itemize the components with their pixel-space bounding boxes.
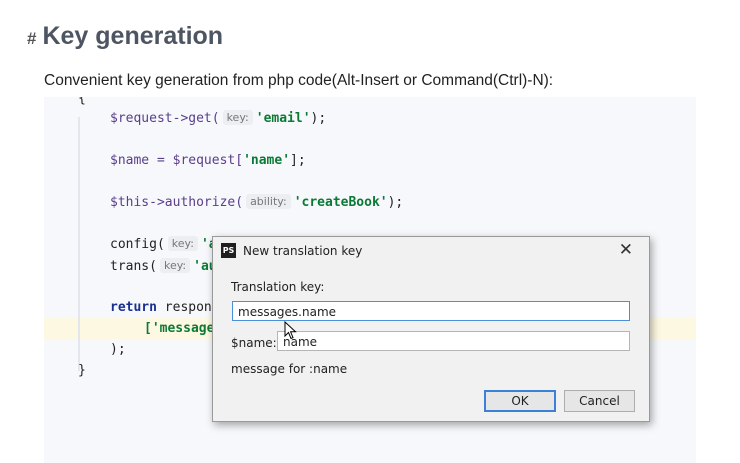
code-string: 'email' — [255, 111, 311, 126]
page-title: Key generation — [42, 22, 224, 50]
code-token: $request->get( — [110, 111, 220, 126]
param-hint: key: — [167, 236, 198, 251]
mouse-cursor-icon — [284, 321, 297, 340]
code-keyword: return — [110, 300, 157, 315]
code-line-close-brace: } — [78, 363, 86, 378]
code-token: $name = $request[ — [110, 153, 244, 168]
code-token: config( — [110, 237, 165, 252]
param-hint: ability: — [246, 194, 291, 209]
dialog-titlebar[interactable]: PS New translation key ✕ — [213, 237, 649, 265]
code-string: 'createBook' — [293, 195, 388, 210]
code-token: ); — [387, 195, 404, 210]
code-token: ); — [310, 111, 327, 126]
phpstorm-logo-icon: PS — [221, 243, 236, 258]
section-heading: # Key generation — [27, 22, 223, 51]
cancel-button[interactable]: Cancel — [564, 390, 635, 412]
translation-key-input[interactable]: messages.name — [232, 301, 630, 321]
dialog-title: New translation key — [243, 244, 363, 258]
code-line-message: ['message — [144, 319, 214, 339]
code-token: $this->authorize( — [110, 195, 244, 210]
code-line-request-get: $request->get(key:'email'); — [110, 109, 326, 129]
name-label: $name: — [231, 336, 277, 350]
code-token: ]; — [290, 153, 306, 168]
ok-button[interactable]: OK — [484, 390, 556, 412]
code-string: ['message — [144, 321, 215, 336]
code-string: 'name' — [243, 153, 291, 168]
param-hint: key: — [159, 258, 191, 273]
close-icon[interactable]: ✕ — [619, 240, 633, 260]
code-token: trans( — [110, 259, 157, 274]
param-hint: key: — [222, 110, 253, 125]
message-preview: message for :name — [231, 362, 348, 376]
code-token: respon — [156, 300, 212, 315]
code-line-open-brace: { — [78, 97, 86, 106]
translation-key-label: Translation key: — [231, 280, 325, 294]
code-line-return: return respon — [110, 298, 212, 318]
code-line-close-paren: ); — [110, 342, 126, 357]
code-line-config: config(key:'a — [110, 235, 217, 255]
new-translation-key-dialog: PS New translation key ✕ Translation key… — [212, 236, 650, 422]
name-input[interactable]: name — [277, 331, 630, 351]
heading-anchor[interactable]: # — [27, 29, 36, 49]
indent-guide — [78, 117, 80, 371]
code-line-name-assign: $name = $request['name']; — [110, 151, 306, 171]
intro-text: Convenient key generation from php code(… — [44, 72, 554, 89]
code-line-authorize: $this->authorize(ability:'createBook'); — [110, 193, 403, 213]
code-line-trans: trans(key:'au — [110, 257, 217, 277]
